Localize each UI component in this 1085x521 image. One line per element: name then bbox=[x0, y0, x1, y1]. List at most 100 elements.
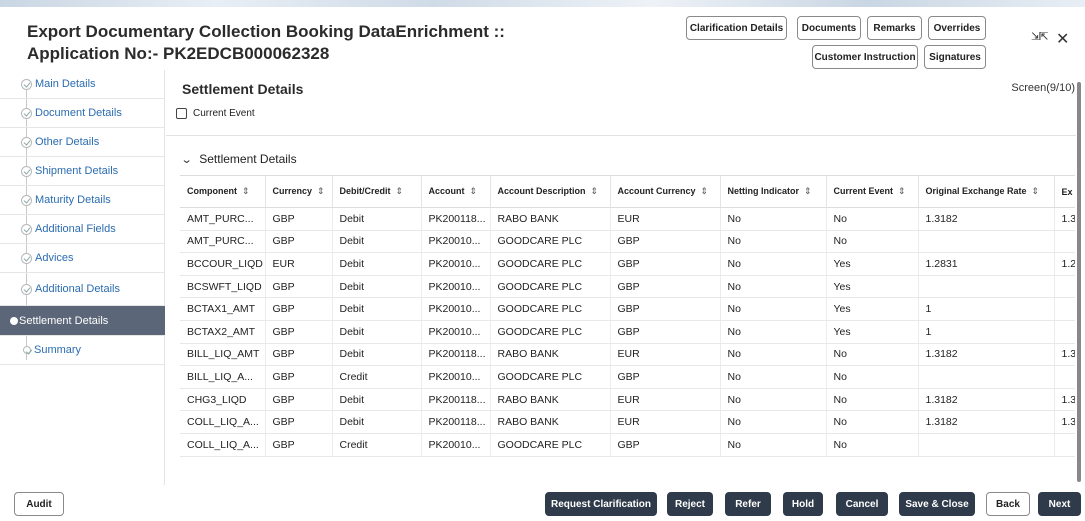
signatures-button[interactable]: Signatures bbox=[924, 45, 986, 69]
page-title: Export Documentary Collection Booking Da… bbox=[27, 22, 505, 63]
table-cell: PK20010... bbox=[421, 365, 491, 389]
collapse-arrows-icon[interactable]: ⇲⇱ bbox=[1031, 30, 1048, 43]
remarks-button[interactable]: Remarks bbox=[867, 16, 922, 40]
table-row[interactable]: BILL_LIQ_A... GBP Credit PK20010... GOODCARE… bbox=[180, 365, 1075, 389]
table-row[interactable]: BCCOUR_LIQD EUR Debit PK20010... GOODCARE PL… bbox=[180, 252, 1075, 276]
table-cell: GBP bbox=[610, 365, 721, 389]
sidebar-item-label: Shipment Details bbox=[35, 165, 119, 177]
check-circle-icon bbox=[21, 165, 32, 177]
table-cell: EUR bbox=[610, 343, 721, 367]
table-row[interactable]: COLL_LIQ_A... GBP Credit PK20010... GOODCARE… bbox=[180, 433, 1075, 457]
table-cell: BCTAX1_AMT bbox=[180, 297, 266, 321]
sidebar-item-label: Additional Details bbox=[35, 283, 120, 295]
column-header-account[interactable]: Account ⇕ bbox=[421, 175, 491, 208]
table-body: AMT_PURC... GBP Debit PK200118... RABO BANK E… bbox=[180, 207, 1075, 457]
back-button[interactable]: Back bbox=[986, 492, 1030, 516]
table-cell: RABO BANK bbox=[490, 388, 611, 412]
sort-icon[interactable]: ⇕ bbox=[898, 186, 906, 196]
table-cell: GBP bbox=[610, 230, 721, 254]
column-header-netting-indicator[interactable]: Netting Indicator ⇕ bbox=[720, 175, 827, 208]
request-clarification-button[interactable]: Request Clarification bbox=[545, 492, 657, 516]
table-cell: GOODCARE PLC bbox=[490, 320, 611, 344]
current-event-checkbox-row[interactable]: Current Event bbox=[176, 108, 255, 119]
column-header-debit-credit[interactable]: Debit/Credit ⇕ bbox=[332, 175, 422, 208]
sort-icon[interactable]: ⇕ bbox=[470, 186, 478, 196]
table-cell: No bbox=[720, 365, 827, 389]
column-header-label: Currency bbox=[272, 186, 313, 196]
overrides-button[interactable]: Overrides bbox=[928, 16, 986, 40]
cancel-button[interactable]: Cancel bbox=[836, 492, 888, 516]
table-cell: 1.3 bbox=[1054, 343, 1075, 367]
refer-button[interactable]: Refer bbox=[725, 492, 771, 516]
table-cell: PK200118... bbox=[421, 410, 491, 434]
table-row[interactable]: BCSWFT_LIQD GBP Debit PK20010... GOODCARE PL… bbox=[180, 275, 1075, 299]
sort-icon[interactable]: ⇕ bbox=[396, 186, 404, 196]
pending-step-dot-icon bbox=[23, 346, 31, 354]
column-header-exchange-rate[interactable]: Ex bbox=[1054, 175, 1075, 208]
table-cell: BILL_LIQ_A... bbox=[180, 365, 266, 389]
sidebar-item-document-details[interactable]: Document Details bbox=[0, 99, 165, 128]
sidebar-item-label: Maturity Details bbox=[35, 194, 111, 206]
table-cell: EUR bbox=[610, 388, 721, 412]
column-header-account-description[interactable]: Account Description ⇕ bbox=[490, 175, 611, 208]
close-icon[interactable]: ✕ bbox=[1056, 29, 1069, 49]
table-row[interactable]: BCTAX2_AMT GBP Debit PK20010... GOODCARE PLC… bbox=[180, 320, 1075, 344]
next-button[interactable]: Next bbox=[1038, 492, 1081, 516]
column-header-component[interactable]: Component ⇕ bbox=[180, 175, 266, 208]
current-event-checkbox[interactable] bbox=[176, 108, 187, 119]
column-header-current-event[interactable]: Current Event ⇕ bbox=[826, 175, 919, 208]
clarification-details-button[interactable]: Clarification Details bbox=[686, 16, 787, 40]
sort-icon[interactable]: ⇕ bbox=[591, 186, 599, 196]
table-cell: AMT_PURC... bbox=[180, 230, 266, 254]
table-cell: No bbox=[826, 230, 919, 254]
table-cell: GBP bbox=[610, 275, 721, 299]
customer-instruction-button[interactable]: Customer Instruction bbox=[812, 45, 918, 69]
sort-icon[interactable]: ⇕ bbox=[242, 186, 250, 196]
sidebar-item-additional-fields[interactable]: Additional Fields bbox=[0, 215, 165, 244]
sidebar-item-additional-details[interactable]: Additional Details bbox=[0, 273, 165, 306]
table-row[interactable]: AMT_PURC... GBP Debit PK200118... RABO BANK E… bbox=[180, 207, 1075, 231]
reject-button[interactable]: Reject bbox=[667, 492, 713, 516]
table-row[interactable]: BILL_LIQ_AMT GBP Debit PK200118... RABO BANK… bbox=[180, 343, 1075, 367]
sidebar-item-other-details[interactable]: Other Details bbox=[0, 128, 165, 157]
documents-button[interactable]: Documents bbox=[797, 16, 861, 40]
sidebar-item-summary[interactable]: Summary bbox=[0, 336, 165, 365]
table-cell: No bbox=[720, 410, 827, 434]
sort-icon[interactable]: ⇕ bbox=[317, 186, 325, 196]
sort-icon[interactable]: ⇕ bbox=[1032, 186, 1040, 196]
table-cell bbox=[1054, 433, 1075, 457]
table-cell: EUR bbox=[610, 410, 721, 434]
settlement-panel-toggle[interactable]: ⌄ Settlement Details bbox=[181, 152, 297, 166]
column-header-account-currency[interactable]: Account Currency ⇕ bbox=[610, 175, 721, 208]
check-circle-icon bbox=[21, 223, 32, 235]
table-cell bbox=[1054, 320, 1075, 344]
vertical-scrollbar[interactable] bbox=[1077, 82, 1081, 482]
table-row[interactable]: BCTAX1_AMT GBP Debit PK20010... GOODCARE PLC… bbox=[180, 297, 1075, 321]
sort-icon[interactable]: ⇕ bbox=[701, 186, 709, 196]
sidebar-item-label: Other Details bbox=[35, 136, 100, 148]
main-content: Settlement Details Screen(9/10) Current … bbox=[166, 70, 1085, 485]
table-cell: No bbox=[720, 230, 827, 254]
save-close-button[interactable]: Save & Close bbox=[899, 492, 975, 516]
table-row[interactable]: COLL_LIQ_A... GBP Debit PK200118... RABO BAN… bbox=[180, 410, 1075, 434]
hold-button[interactable]: Hold bbox=[783, 492, 823, 516]
table-cell: COLL_LIQ_A... bbox=[180, 433, 266, 457]
sidebar-item-settlement-details[interactable]: Settlement Details bbox=[0, 306, 165, 336]
column-header-label: Component bbox=[187, 186, 237, 196]
table-row[interactable]: CHG3_LIQD GBP Debit PK200118... RABO BANK EUR… bbox=[180, 388, 1075, 412]
column-header-label: Debit/Credit bbox=[339, 186, 391, 196]
audit-button[interactable]: Audit bbox=[14, 492, 64, 516]
column-header-label: Netting Indicator bbox=[727, 186, 800, 196]
sort-icon[interactable]: ⇕ bbox=[804, 186, 812, 196]
sidebar-item-advices[interactable]: Advices bbox=[0, 244, 165, 273]
table-cell: PK20010... bbox=[421, 252, 491, 276]
column-header-currency[interactable]: Currency ⇕ bbox=[265, 175, 333, 208]
section-divider bbox=[166, 135, 1076, 136]
sidebar-item-maturity-details[interactable]: Maturity Details bbox=[0, 186, 165, 215]
table-row[interactable]: AMT_PURC... GBP Debit PK20010... GOODCARE PL… bbox=[180, 230, 1075, 254]
sidebar-item-main-details[interactable]: Main Details bbox=[0, 70, 165, 99]
table-cell: No bbox=[826, 388, 919, 412]
table-cell: Debit bbox=[332, 207, 422, 231]
sidebar-item-shipment-details[interactable]: Shipment Details bbox=[0, 157, 165, 186]
column-header-original-exchange-rate[interactable]: Original Exchange Rate ⇕ bbox=[918, 175, 1055, 208]
